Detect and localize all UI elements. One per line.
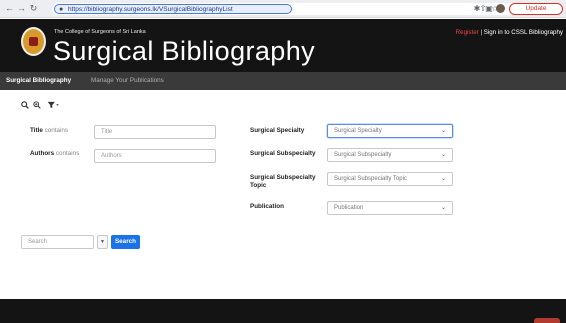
subspecialty-topic-label: Surgical Subspecialty Topic — [250, 174, 315, 190]
forward-icon[interactable]: → — [16, 3, 27, 14]
title-label: Title contains — [30, 127, 68, 135]
authors-label-strong: Authors — [30, 150, 55, 157]
subspecialty-topic-select-value: Surgical Subspecialty Topic — [334, 176, 407, 182]
chevron-down-icon: ▼ — [100, 239, 105, 245]
register-link[interactable]: Register — [456, 29, 479, 36]
lock-icon: ● — [59, 6, 64, 13]
subspecialty-select[interactable]: Surgical Subspecialty ⌄ — [327, 148, 453, 162]
specialty-label: Surgical Specialty — [250, 127, 305, 134]
search-input[interactable]: Search — [21, 235, 94, 249]
chevron-down-icon: ⌄ — [440, 152, 446, 158]
main-nav: Surgical Bibliography Manage Your Public… — [0, 72, 566, 90]
url-highlight: ● https://bibliography.surgeons.lk/VSurg… — [54, 4, 292, 14]
header-links: Register | Sign in to CSSL Bibliography — [456, 29, 563, 36]
specialty-select[interactable]: Surgical Specialty ⌄ — [327, 124, 453, 138]
page: ← → ↻ ● https://bibliography.surgeons.lk… — [0, 0, 566, 323]
back-icon[interactable]: ← — [4, 3, 15, 14]
logo-crest — [29, 37, 38, 46]
reload-icon[interactable]: ↻ — [28, 3, 39, 14]
search-button[interactable]: Search — [111, 235, 140, 249]
extensions-icon[interactable]: ✱ — [472, 3, 482, 14]
authors-label-muted: contains — [54, 150, 80, 157]
publication-label: Publication — [250, 203, 284, 210]
browser-toolbar: ← → ↻ ● https://bibliography.surgeons.lk… — [0, 0, 566, 18]
search-plus-icon[interactable] — [32, 101, 42, 112]
site-footer — [0, 299, 566, 323]
chevron-down-icon: ⌄ — [440, 128, 446, 134]
update-button[interactable]: Update — [509, 3, 563, 15]
search-dropdown-toggle[interactable]: ▼ — [97, 235, 108, 249]
nav-surgical-bibliography[interactable]: Surgical Bibliography — [6, 72, 71, 90]
authors-input[interactable]: Authors — [94, 149, 216, 163]
profile-avatar[interactable] — [496, 4, 505, 13]
address-bar[interactable]: ● https://bibliography.surgeons.lk/VSurg… — [52, 3, 516, 15]
title-input[interactable]: Title — [94, 125, 216, 139]
title-label-strong: Title — [30, 127, 43, 134]
chevron-down-icon: ⌄ — [440, 205, 446, 211]
publication-select[interactable]: Publication ⌄ — [327, 201, 453, 215]
url-text: https://bibliography.surgeons.lk/VSurgic… — [68, 6, 233, 13]
footer-badge — [534, 318, 560, 323]
publication-select-value: Publication — [334, 205, 364, 211]
authors-label: Authors contains — [30, 150, 79, 158]
signin-link[interactable]: Sign in to CSSL Bibliography — [484, 29, 563, 36]
search-icon[interactable] — [20, 101, 30, 112]
nav-manage-publications[interactable]: Manage Your Publications — [91, 72, 164, 90]
site-title[interactable]: Surgical Bibliography — [53, 35, 315, 67]
subspecialty-topic-label-line2: Topic — [250, 182, 267, 189]
subspecialty-topic-label-line1: Surgical Subspecialty — [250, 174, 316, 181]
subspecialty-topic-select[interactable]: Surgical Subspecialty Topic ⌄ — [327, 172, 453, 186]
subspecialty-select-value: Surgical Subspecialty — [334, 152, 392, 158]
college-logo-icon[interactable] — [21, 27, 46, 56]
chevron-down-icon: ⌄ — [440, 176, 446, 182]
filter-icon[interactable] — [46, 101, 60, 112]
site-header: The College of Surgeons of Sri Lanka Sur… — [0, 19, 566, 72]
title-label-muted: contains — [42, 127, 69, 134]
subspecialty-label: Surgical Subspecialty — [250, 150, 316, 157]
specialty-select-value: Surgical Specialty — [334, 128, 382, 134]
sidebar-icon[interactable]: ▣ — [484, 3, 494, 14]
